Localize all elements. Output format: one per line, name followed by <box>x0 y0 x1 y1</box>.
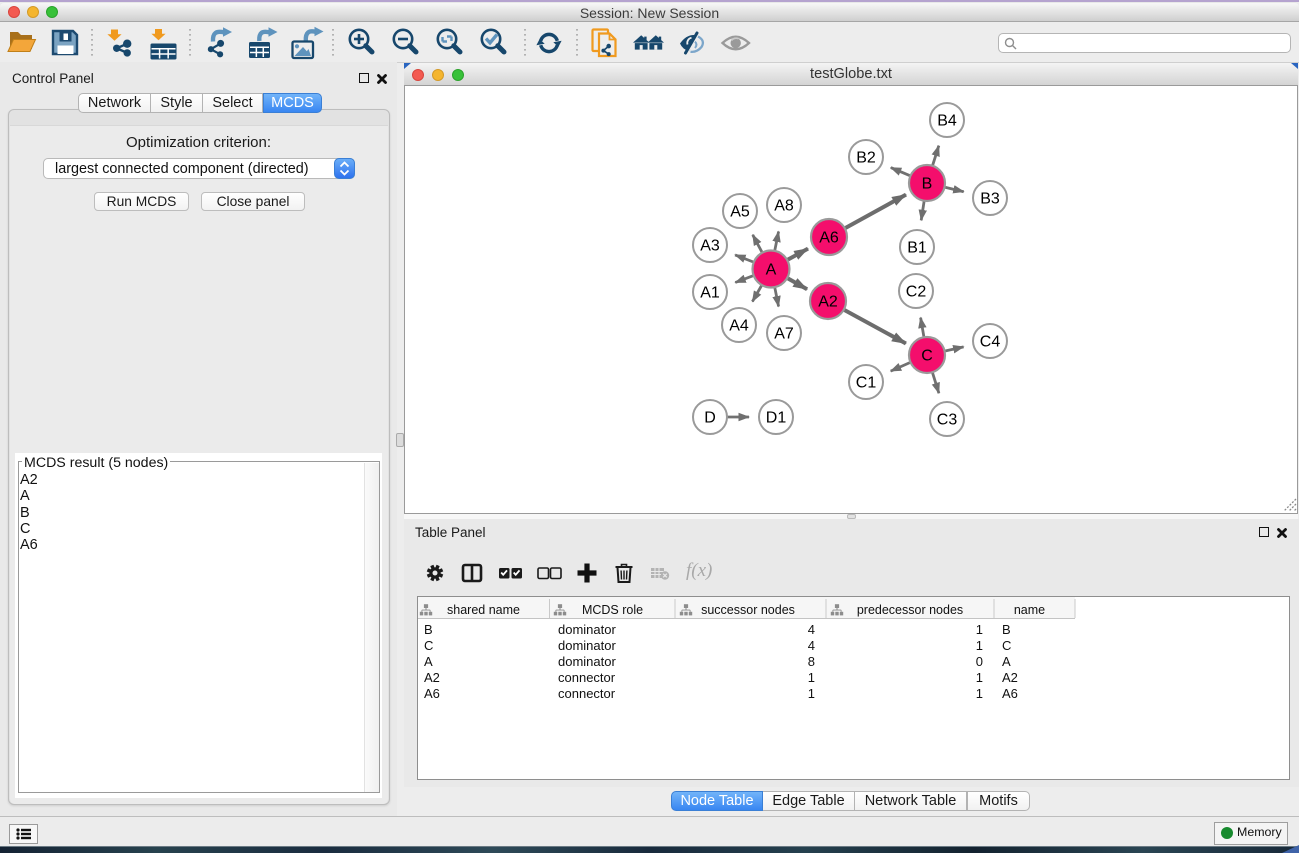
svg-text:B2: B2 <box>856 150 876 167</box>
svg-text:A4: A4 <box>729 318 749 335</box>
svg-text:A5: A5 <box>730 204 750 221</box>
svg-text:A7: A7 <box>774 326 794 343</box>
svg-text:D1: D1 <box>766 410 787 427</box>
svg-text:B4: B4 <box>937 113 957 130</box>
svg-text:D: D <box>704 410 716 427</box>
svg-text:A: A <box>766 262 777 279</box>
svg-text:B1: B1 <box>907 240 927 257</box>
svg-text:C1: C1 <box>856 375 877 392</box>
svg-text:A6: A6 <box>819 230 839 247</box>
svg-text:A8: A8 <box>774 198 794 215</box>
svg-text:C3: C3 <box>937 412 958 429</box>
svg-text:B3: B3 <box>980 191 1000 208</box>
svg-text:B: B <box>922 176 933 193</box>
svg-text:C: C <box>921 348 933 365</box>
svg-text:A3: A3 <box>700 238 720 255</box>
svg-text:A1: A1 <box>700 285 720 302</box>
svg-text:C2: C2 <box>906 284 927 301</box>
svg-text:C4: C4 <box>980 334 1001 351</box>
svg-text:A2: A2 <box>818 294 838 311</box>
